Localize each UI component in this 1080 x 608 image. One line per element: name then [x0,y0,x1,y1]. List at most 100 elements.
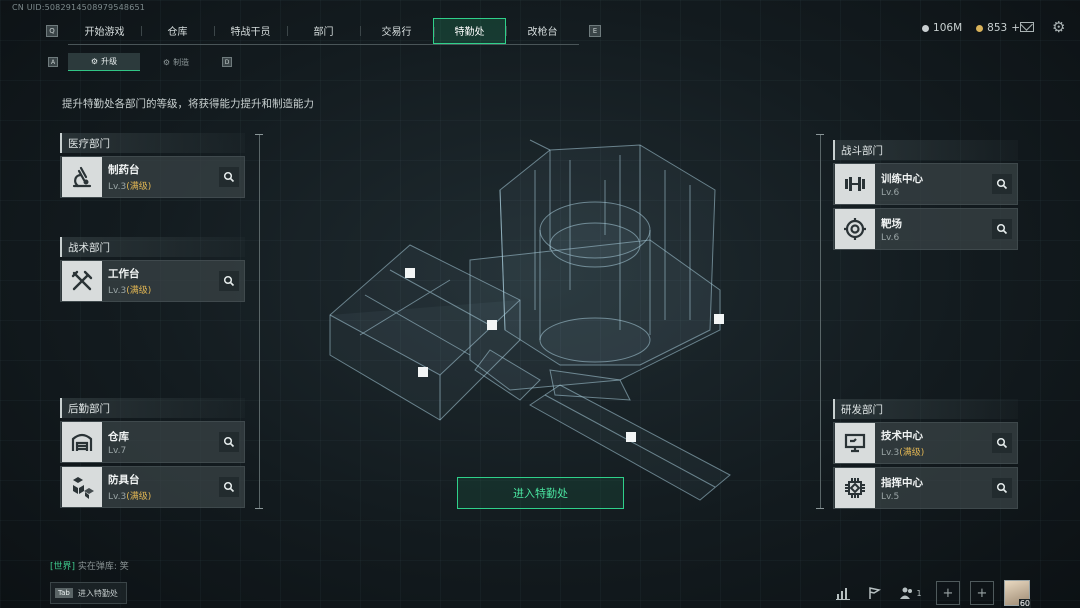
dept-combat: 战斗部门 训练中心 Lv.6 靶场 Lv.6 [833,134,1018,250]
search-icon[interactable] [219,271,239,291]
craft-icon: ⚙ [162,57,171,67]
search-icon[interactable] [992,174,1012,194]
facility-info: 制药台 Lv.3(满级) [108,162,219,192]
facility-card-tech-center[interactable]: 技术中心 Lv.3(满级) [833,422,1018,464]
right-guide-line [820,134,821,509]
page-description: 提升特勤处各部门的等级，将获得能力提升和制造能力 [62,98,314,110]
chat-line[interactable]: [世界] 实在弹库: 笑 [50,559,129,572]
search-icon[interactable] [992,433,1012,453]
gold-amount: 853 [987,22,1008,34]
facility-level: Lv.3(满级) [881,448,925,458]
chat-channel: [世界] [50,562,76,572]
computer-icon [835,423,875,463]
left-guide-cap-bottom [255,508,263,509]
facility-name: 工作台 [108,268,140,280]
facility-info: 防具台 Lv.3(满级) [108,472,219,502]
target-icon [835,209,875,249]
top-icons: ⚙ [1020,20,1066,35]
avatar-level: 60 [1018,599,1031,608]
tab-departments[interactable]: 部门 [287,18,360,44]
facility-info: 指挥中心 Lv.5 [881,475,992,502]
facility-name: 仓库 [108,430,129,443]
facility-marker [714,314,724,324]
microscope-icon [62,157,102,197]
gold-currency[interactable]: 853 + [976,22,1020,34]
facility-card-armor-bench[interactable]: 防具台 Lv.3(满级) [60,466,245,508]
right-guide-cap-bottom [816,508,824,509]
facility-name: 制药台 [108,164,140,176]
search-icon[interactable] [992,478,1012,498]
right-guide-cap-top [816,134,824,135]
subtab-craft-label: 制造 [173,57,190,67]
flag-icon[interactable] [864,582,886,604]
tab-hint-button[interactable]: Tab 进入特勤处 [50,582,127,604]
friends-button[interactable]: 1 [896,582,926,604]
subtab-upgrade[interactable]: ⚙ 升级 [68,53,140,71]
nav-tabs: 开始游戏 仓库 特战干员 部门 交易行 特勤处 改枪台 [68,17,579,45]
mail-icon[interactable] [1020,22,1034,32]
facility-info: 技术中心 Lv.3(满级) [881,428,992,458]
tab-key: Tab [55,588,73,598]
left-guide-cap-top [255,134,263,135]
facility-info: 靶场 Lv.6 [881,216,992,243]
facility-card-workbench[interactable]: 工作台 Lv.3(满级) [60,260,245,302]
tab-special-ops[interactable]: 特勤处 [433,17,506,44]
dept-title: 战斗部门 [833,140,1018,160]
search-icon[interactable] [219,167,239,187]
facility-wireframe-model [329,139,731,501]
facility-card-warehouse[interactable]: 仓库 Lv.7 [60,421,245,463]
facility-level: Lv.3(满级) [108,182,152,192]
subtab-craft[interactable]: ⚙ 制造 [140,53,212,71]
dept-medical: 医疗部门 制药台 Lv.3(满级) [60,127,245,198]
facility-card-pharmacy[interactable]: 制药台 Lv.3(满级) [60,156,245,198]
facility-level: Lv.5 [881,491,900,502]
chip-icon [835,468,875,508]
upgrade-icon: ⚙ [90,57,99,66]
silver-currency[interactable]: 106M [922,22,962,34]
top-nav: Q 开始游戏 仓库 特战干员 部门 交易行 特勤处 改枪台 E [46,17,601,45]
subnav-prev-key[interactable]: A [48,57,58,67]
bottom-toolbar: 1 + + 60 [832,580,1031,608]
facility-card-shooting-range[interactable]: 靶场 Lv.6 [833,208,1018,250]
enter-special-ops-button[interactable]: 进入特勤处 [457,477,624,509]
gold-coin-icon [976,24,984,32]
tab-gunsmith[interactable]: 改枪台 [506,18,579,44]
dept-title: 战术部门 [60,237,245,257]
facility-card-training-center[interactable]: 训练中心 Lv.6 [833,163,1018,205]
currency-bar: 106M 853 + [922,22,1020,34]
tab-warehouse[interactable]: 仓库 [141,18,214,44]
search-icon[interactable] [219,432,239,452]
facility-name: 指挥中心 [881,476,923,489]
tab-operators[interactable]: 特战干员 [214,18,287,44]
dept-tactical: 战术部门 工作台 Lv.3(满级) [60,231,245,302]
facility-name: 防具台 [108,474,140,486]
add-party-slot-button[interactable]: + [970,581,994,605]
facility-card-command-center[interactable]: 指挥中心 Lv.5 [833,467,1018,509]
armor-crates-icon [62,467,102,507]
silver-coin-icon [922,24,930,32]
dept-research: 研发部门 技术中心 Lv.3(满级) 指挥中心 Lv.5 [833,393,1018,509]
search-icon[interactable] [992,219,1012,239]
dept-title: 研发部门 [833,399,1018,419]
dept-title: 医疗部门 [60,133,245,153]
nav-prev-key[interactable]: Q [46,25,58,37]
facility-level: Lv.7 [108,445,127,456]
gear-icon[interactable]: ⚙ [1052,20,1066,35]
chat-message: 实在弹库: 笑 [77,562,129,572]
add-party-slot-button[interactable]: + [936,581,960,605]
search-icon[interactable] [219,477,239,497]
add-currency-icon[interactable]: + [1011,22,1020,34]
avatar[interactable]: 60 [1004,580,1031,608]
facility-info: 仓库 Lv.7 [108,429,219,456]
tab-trading[interactable]: 交易行 [360,18,433,44]
facility-name: 训练中心 [881,172,923,185]
subnav-next-key[interactable]: D [222,57,232,67]
nav-next-key[interactable]: E [589,25,601,37]
facility-info: 训练中心 Lv.6 [881,171,992,198]
facility-info: 工作台 Lv.3(满级) [108,266,219,296]
facility-level: Lv.3(满级) [108,286,152,296]
stats-icon[interactable] [832,582,854,604]
player-uid: CN UID:5082914508979548651 [12,3,146,12]
tab-start-game[interactable]: 开始游戏 [68,18,141,44]
facility-name: 技术中心 [881,430,923,442]
